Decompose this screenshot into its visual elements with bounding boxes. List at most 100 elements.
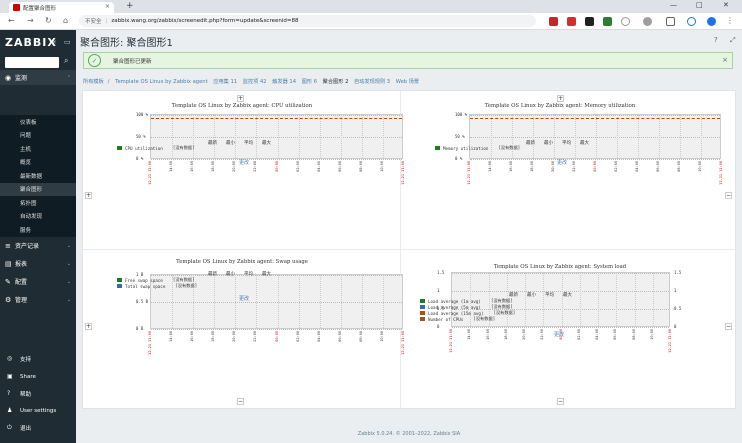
legend-item: Memory utilization [没有数据] bbox=[435, 145, 520, 151]
sidebar-search-input[interactable] bbox=[5, 57, 59, 68]
y-tick-label: 1.5 bbox=[437, 270, 445, 275]
sidebar-item-services[interactable]: 服务 bbox=[0, 223, 76, 237]
extension-shield-icon[interactable] bbox=[549, 17, 558, 26]
zabbix-logo[interactable]: ZABBIX bbox=[5, 36, 57, 49]
legend-swatch bbox=[420, 317, 425, 321]
grid-line-vertical bbox=[361, 115, 363, 158]
change-cell-link[interactable]: 更改 bbox=[557, 159, 567, 166]
profile-avatar[interactable] bbox=[707, 17, 716, 26]
address-bar: ← → ↻ ⌂ 不安全 | zabbix.wang.org/zabbix/scr… bbox=[0, 13, 742, 30]
remove-row-bottom-button[interactable]: − bbox=[557, 398, 564, 405]
x-tick-label: 04:00 bbox=[595, 329, 599, 340]
search-icon[interactable]: ⌕ bbox=[64, 56, 68, 66]
page-title: 聚合图形: 聚合图形1 bbox=[80, 38, 173, 49]
add-column-left-button[interactable]: + bbox=[85, 192, 92, 199]
sidebar-item-discovery[interactable]: 自动发现 bbox=[0, 210, 76, 224]
help-icon[interactable]: ? bbox=[714, 36, 718, 44]
stats-column-label: 最小 bbox=[226, 141, 235, 146]
add-row-top-button[interactable]: + bbox=[237, 95, 244, 102]
new-tab-icon[interactable]: + bbox=[126, 1, 134, 11]
add-row-top-button[interactable]: + bbox=[557, 95, 564, 102]
menu-dots-icon[interactable]: ⋮ bbox=[726, 16, 734, 25]
breadcrumb: 所有模板 / Template OS Linux by Zabbix agent … bbox=[83, 79, 420, 85]
info-icon[interactable] bbox=[687, 17, 696, 26]
x-tick-label: 22:00 bbox=[253, 161, 258, 172]
add-column-left-button[interactable]: + bbox=[85, 323, 92, 330]
legend-no-data: [没有数据] bbox=[493, 310, 516, 315]
kiosk-icon[interactable]: ▭ bbox=[64, 38, 71, 46]
tab-applications[interactable]: 应用集 11 bbox=[213, 79, 237, 85]
sidebar-item-screens[interactable]: 聚合图形 bbox=[0, 182, 76, 196]
extension-youtube-icon[interactable] bbox=[567, 17, 576, 26]
grid-line bbox=[452, 273, 669, 274]
remove-row-bottom-button[interactable]: − bbox=[237, 398, 244, 405]
extensions-icon[interactable] bbox=[643, 17, 652, 26]
sidebar-section-inventory[interactable]: ≡ 资产记录 ⌄ bbox=[0, 238, 76, 253]
sidebar-section-configuration[interactable]: ✎ 配置 ⌄ bbox=[0, 274, 76, 289]
extension-dark-icon[interactable] bbox=[585, 17, 594, 26]
browser-tab[interactable]: 配置聚合图形 × bbox=[9, 2, 114, 13]
grid-line bbox=[151, 115, 402, 116]
home-icon[interactable]: ⌂ bbox=[63, 16, 68, 25]
maximize-icon[interactable]: □ bbox=[696, 1, 703, 9]
sidebar-item-dashboard[interactable]: 仪表板 bbox=[0, 115, 76, 129]
sidebar-support[interactable]: ◎ 支持 bbox=[0, 352, 76, 365]
sidebar-item-overview[interactable]: 概览 bbox=[0, 156, 76, 170]
eye-icon: ◉ bbox=[5, 73, 12, 82]
collapse-sidebar-icon[interactable]: « bbox=[52, 38, 56, 46]
grid-line-vertical bbox=[298, 115, 300, 158]
grid-line-vertical bbox=[193, 115, 195, 158]
x-tick-label: 16:00 bbox=[190, 331, 195, 342]
x-tick-label: 06:00 bbox=[337, 161, 342, 172]
change-cell-link[interactable]: 更改 bbox=[239, 295, 249, 302]
sidebar-share[interactable]: ▣ Share bbox=[0, 370, 76, 383]
sidebar-help[interactable]: ? 帮助 bbox=[0, 387, 76, 400]
extension-chrome-icon[interactable] bbox=[621, 17, 630, 26]
tab-screens[interactable]: 聚合图形 2 bbox=[323, 79, 349, 85]
x-tick-label: 04:00 bbox=[316, 161, 321, 172]
grid-line-vertical bbox=[172, 115, 174, 158]
fullscreen-icon[interactable]: ⤢ bbox=[730, 36, 736, 45]
tab-search-icon[interactable] bbox=[666, 17, 675, 26]
back-icon[interactable]: ← bbox=[8, 16, 15, 25]
sidebar-sign-out[interactable]: ⏻ 退出 bbox=[0, 421, 76, 434]
url-field[interactable]: 不安全 | zabbix.wang.org/zabbix/screenedit.… bbox=[79, 15, 536, 27]
sidebar-item-hosts[interactable]: 主机 bbox=[0, 142, 76, 156]
x-tick-label: 20:00 bbox=[232, 331, 237, 342]
sidebar-item-problems[interactable]: 问题 bbox=[0, 129, 76, 143]
grid-line-vertical bbox=[214, 115, 216, 158]
help-icon: ? bbox=[7, 390, 11, 397]
chevron-down-icon: ⌄ bbox=[66, 242, 71, 249]
tab-graphs[interactable]: 图形 6 bbox=[302, 79, 317, 85]
breadcrumb-all-templates[interactable]: 所有模板 bbox=[83, 79, 104, 85]
sidebar-item-maps[interactable]: 拓扑图 bbox=[0, 196, 76, 210]
forward-icon[interactable]: → bbox=[27, 16, 34, 25]
stats-column-label: 最小 bbox=[544, 141, 553, 146]
change-cell-link[interactable]: 更改 bbox=[554, 331, 564, 338]
x-tick-label: 18:00 bbox=[503, 329, 508, 340]
sidebar-section-administration[interactable]: ⚙ 管理 ⌄ bbox=[0, 292, 76, 307]
remove-column-right-button[interactable]: − bbox=[725, 192, 732, 199]
grid-line-vertical bbox=[598, 273, 599, 326]
breadcrumb-template[interactable]: Template OS Linux by Zabbix agent bbox=[115, 79, 207, 85]
close-window-icon[interactable]: ✕ bbox=[723, 1, 729, 9]
remove-column-right-button[interactable]: − bbox=[725, 323, 732, 330]
tab-discovery-rules[interactable]: 自动发现规则 3 bbox=[354, 79, 390, 85]
tab-web-scenarios[interactable]: Web 场景 bbox=[396, 79, 419, 85]
sidebar-item-latest-data[interactable]: 最新数据 bbox=[0, 169, 76, 183]
close-icon[interactable]: × bbox=[722, 56, 728, 64]
change-cell-link[interactable]: 更改 bbox=[239, 159, 249, 166]
sidebar-section-monitoring[interactable]: ◉ 监测 ⌃ bbox=[0, 70, 76, 85]
minimize-icon[interactable]: — bbox=[670, 1, 677, 9]
sidebar-user-settings[interactable]: ♟ User settings bbox=[0, 404, 76, 417]
close-tab-icon[interactable]: × bbox=[105, 3, 110, 10]
extension-green-icon[interactable] bbox=[603, 17, 612, 26]
tab-triggers[interactable]: 触发器 14 bbox=[272, 79, 296, 85]
x-tick-label: 02:00 bbox=[576, 329, 581, 340]
tab-items[interactable]: 监控项 42 bbox=[243, 79, 267, 85]
x-tick-label: 20:00 bbox=[232, 161, 237, 172]
sidebar-section-reports[interactable]: ▤ 报表 ⌄ bbox=[0, 256, 76, 271]
reload-icon[interactable]: ↻ bbox=[45, 16, 52, 25]
x-tick-label: 00:00 bbox=[593, 161, 597, 172]
screen-grid: + + + − + − − − Template OS Linux by Zab… bbox=[82, 90, 736, 409]
